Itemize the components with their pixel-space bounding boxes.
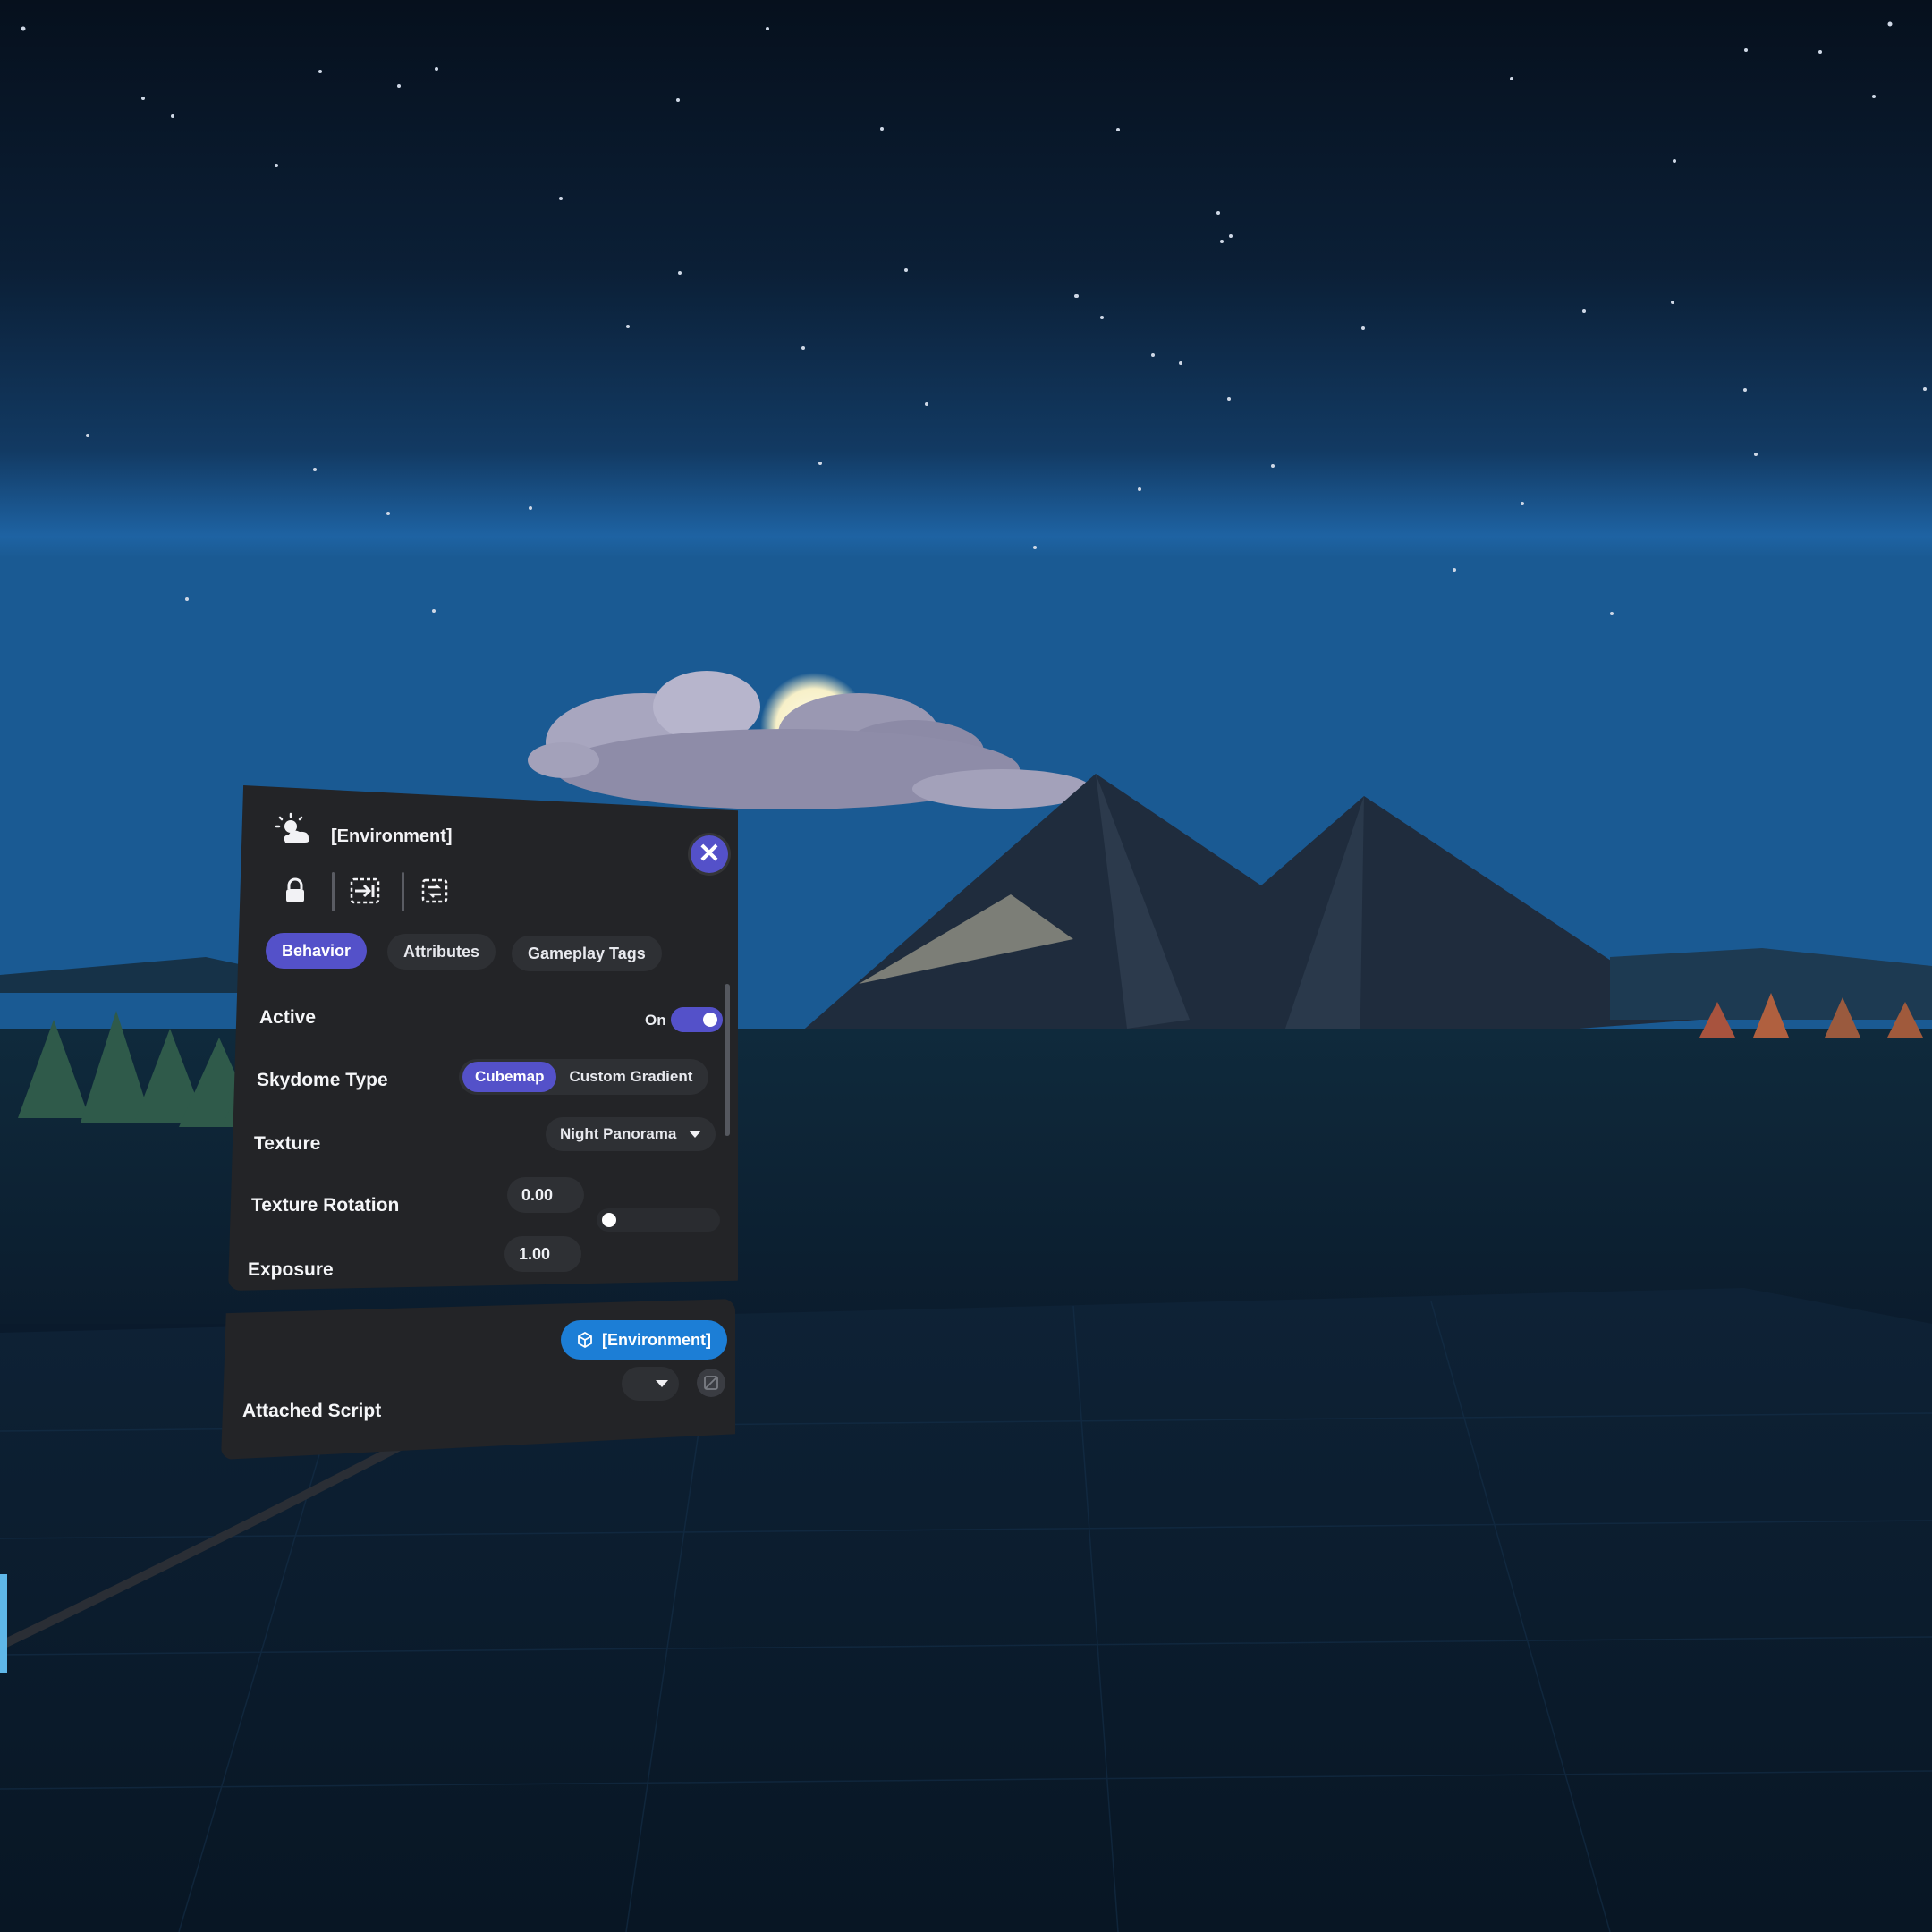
unlink-icon — [704, 1376, 718, 1390]
sun-cloud-icon — [275, 812, 314, 852]
skydome-option-cubemap[interactable]: Cubemap — [462, 1062, 557, 1092]
texture-value: Night Panorama — [560, 1125, 677, 1142]
skydome-option-custom-gradient[interactable]: Custom Gradient — [556, 1062, 705, 1092]
enter-button[interactable] — [344, 870, 386, 911]
panel-title: [Environment] — [331, 826, 453, 846]
tab-gameplay-tags-label: Gameplay Tags — [528, 944, 646, 962]
entity-chip[interactable]: [Environment] — [561, 1320, 728, 1360]
texture-rotation-slider[interactable] — [597, 1208, 720, 1232]
environment-properties-panel: [Environment] ✕ Behavior Attributes Game… — [228, 785, 738, 1291]
clear-script-button[interactable] — [697, 1368, 725, 1397]
tab-attributes[interactable]: Attributes — [387, 934, 496, 970]
active-state-text: On — [645, 1012, 666, 1029]
chevron-down-icon — [656, 1380, 668, 1387]
skydome-type-label: Skydome Type — [257, 1070, 388, 1090]
exposure-field[interactable]: 1.00 — [504, 1236, 581, 1272]
texture-dropdown[interactable]: Night Panorama — [546, 1117, 716, 1151]
texture-label: Texture — [254, 1133, 321, 1154]
enter-icon — [350, 877, 380, 904]
toggle-knob — [703, 1013, 717, 1027]
texture-rotation-label: Texture Rotation — [251, 1195, 400, 1216]
attached-script-label: Attached Script — [242, 1401, 382, 1421]
skydome-type-selector: Cubemap Custom Gradient — [459, 1059, 709, 1095]
slider-thumb[interactable] — [602, 1213, 616, 1227]
exposure-value: 1.00 — [519, 1244, 551, 1263]
chevron-down-icon — [689, 1131, 702, 1138]
exposure-label: Exposure — [248, 1259, 334, 1280]
texture-rotation-value: 0.00 — [521, 1185, 554, 1204]
swap-icon — [421, 878, 448, 903]
active-label: Active — [259, 1007, 317, 1028]
tab-gameplay-tags[interactable]: Gameplay Tags — [512, 936, 662, 971]
tab-behavior-label: Behavior — [282, 941, 352, 960]
close-icon: ✕ — [698, 839, 721, 869]
scrollbar[interactable] — [724, 984, 730, 1136]
entity-chip-label: [Environment] — [602, 1330, 712, 1349]
swap-button[interactable] — [414, 870, 455, 911]
toolbar-divider — [402, 872, 404, 911]
lock-button[interactable] — [275, 870, 316, 911]
tab-attributes-label: Attributes — [403, 942, 479, 961]
cube-icon — [578, 1332, 592, 1348]
active-toggle[interactable] — [671, 1007, 723, 1032]
tab-behavior[interactable]: Behavior — [266, 933, 368, 969]
texture-rotation-field[interactable]: 0.00 — [507, 1177, 584, 1213]
close-button[interactable]: ✕ — [691, 835, 728, 873]
script-dropdown[interactable] — [622, 1367, 679, 1401]
lock-icon — [286, 877, 304, 902]
attached-script-panel: [Environment] Attached Script — [221, 1299, 735, 1460]
toolbar-divider — [332, 872, 335, 911]
